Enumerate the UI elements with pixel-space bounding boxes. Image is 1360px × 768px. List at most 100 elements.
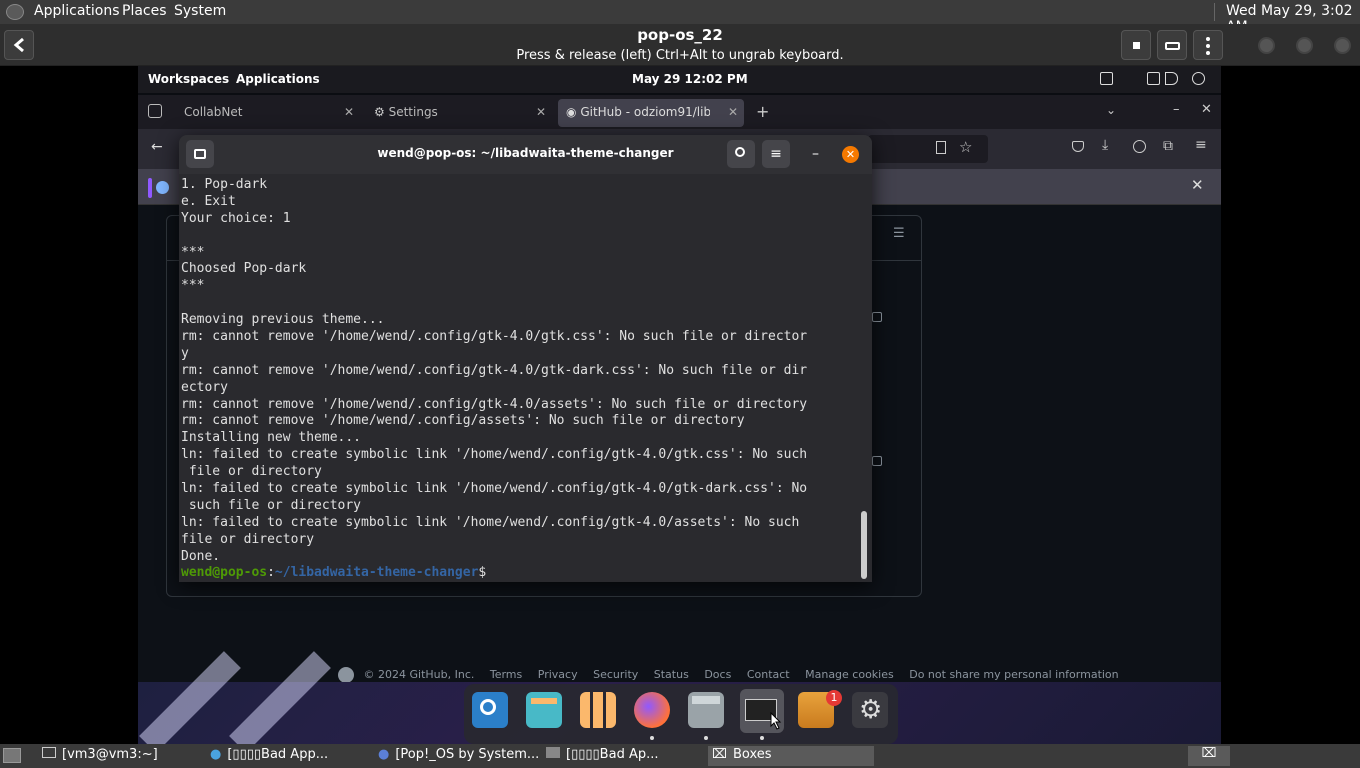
taskbar-item[interactable]: ● [▯▯▯▯Bad App...: [206, 746, 370, 766]
stop-icon: [1133, 42, 1140, 49]
copy-icon[interactable]: [872, 456, 882, 466]
window-close-orb-icon[interactable]: [1334, 37, 1351, 54]
show-desktop-icon[interactable]: [3, 748, 21, 763]
tab-github[interactable]: ◉ GitHub - odziom91/libadw ✕: [558, 99, 744, 127]
app-grid-icon[interactable]: [580, 692, 616, 728]
cog-shape: ⚙: [859, 695, 883, 725]
search-button[interactable]: [727, 140, 755, 168]
minimize-icon[interactable]: –: [1173, 102, 1180, 117]
taskbar-item[interactable]: ● [Pop!_OS by System...: [374, 746, 538, 766]
terminal-line: file or directory: [181, 531, 315, 547]
tab-label: CollabNet: [184, 105, 243, 119]
bookmark-star-icon[interactable]: ☆: [959, 138, 972, 156]
extensions-icon[interactable]: ⧉: [1163, 138, 1173, 154]
menu-button[interactable]: ≡: [762, 140, 790, 168]
notification-close-icon[interactable]: ✕: [1191, 176, 1204, 194]
footer-link[interactable]: Docs: [704, 668, 731, 681]
running-indicator: [650, 736, 654, 740]
notification-badge: 1: [826, 690, 842, 706]
tab-collabnet[interactable]: CollabNet ✕: [176, 99, 360, 127]
close-window-icon[interactable]: ✕: [1201, 102, 1212, 117]
terminal-line: rm: cannot remove '/home/wend/.config/gt…: [181, 329, 808, 345]
footer-link[interactable]: Do not share my personal information: [909, 668, 1118, 681]
footer-link[interactable]: Manage cookies: [805, 668, 894, 681]
footer-link[interactable]: Privacy: [538, 668, 578, 681]
workspace-switcher-icon[interactable]: ⌧: [1188, 746, 1230, 766]
running-indicator: [704, 736, 708, 740]
guest-clock[interactable]: May 29 12:02 PM: [632, 72, 748, 86]
taskbar-item[interactable]: [vm3@vm3:~]: [38, 746, 202, 766]
copy-icon[interactable]: [872, 312, 882, 322]
vm-title: pop-os_22: [637, 26, 723, 44]
boxes-icon: ⌧: [712, 747, 727, 762]
files-preview-icon[interactable]: [526, 692, 562, 728]
power-icon[interactable]: [1192, 72, 1205, 85]
tab-overview-icon[interactable]: [148, 104, 162, 118]
running-indicator: [760, 736, 764, 740]
footer-link[interactable]: Contact: [747, 668, 790, 681]
network-icon[interactable]: [1147, 72, 1160, 85]
taskbar-item[interactable]: [▯▯▯▯Bad Ap...: [542, 746, 706, 766]
tab-close-icon[interactable]: ✕: [728, 105, 738, 119]
host-menu-applications[interactable]: Applications: [34, 3, 120, 19]
stop-button[interactable]: [1121, 30, 1151, 60]
search-icon: [735, 147, 745, 157]
menu-button[interactable]: [1193, 30, 1223, 60]
tab-settings[interactable]: ⚙ Settings ✕: [366, 99, 552, 127]
keyboard-button[interactable]: [1157, 30, 1187, 60]
back-icon[interactable]: ←: [151, 139, 163, 155]
gear-icon: ⚙: [374, 105, 385, 119]
firefox-icon[interactable]: [634, 692, 670, 728]
footer-copyright: © 2024 GitHub, Inc.: [363, 668, 475, 681]
pocket-icon[interactable]: [1072, 141, 1084, 152]
taskbar-item-active[interactable]: ⌧ Boxes: [708, 746, 874, 766]
reader-view-icon[interactable]: [936, 141, 946, 154]
hamburger-menu-icon[interactable]: ≡: [1195, 137, 1207, 153]
terminal-line: ln: failed to create symbolic link '/hom…: [181, 481, 808, 497]
terminal-window[interactable]: wend@pop-os: ~/libadwaita-theme-changer …: [179, 135, 872, 582]
host-menu-system[interactable]: System: [174, 3, 226, 19]
terminal-line: Removing previous theme...: [181, 312, 385, 328]
terminal-line: rm: cannot remove '/home/wend/.config/gt…: [181, 362, 808, 378]
github-logo-icon[interactable]: [338, 667, 354, 683]
guest-applications-button[interactable]: Applications: [236, 72, 320, 86]
tab-close-icon[interactable]: ✕: [536, 105, 546, 119]
terminal-line: rm: cannot remove '/home/wend/.config/gt…: [181, 396, 808, 412]
terminal-line: y: [181, 345, 189, 361]
close-icon[interactable]: ✕: [842, 146, 859, 163]
boxes-header-bar: pop-os_22 Press & release (left) Ctrl+Al…: [0, 24, 1360, 66]
footer-link[interactable]: Status: [654, 668, 689, 681]
settings-icon[interactable]: ⚙: [852, 692, 888, 728]
account-icon[interactable]: [1133, 140, 1146, 153]
file-manager-icon[interactable]: [688, 692, 724, 728]
outline-icon[interactable]: ☰: [893, 226, 905, 241]
terminal-prompt[interactable]: wend@pop-os:~/libadwaita-theme-changer$: [181, 565, 863, 582]
terminal-scrollbar[interactable]: [861, 511, 867, 579]
dock: 1 ⚙: [464, 684, 898, 744]
download-icon[interactable]: ⤓: [1102, 137, 1108, 153]
minimize-icon[interactable]: –: [812, 146, 819, 162]
browser-icon: ●: [378, 747, 390, 762]
footer-link[interactable]: Terms: [490, 668, 522, 681]
terminal-line: ***: [181, 244, 205, 260]
folder-tab-shape: [692, 696, 720, 704]
tab-close-icon[interactable]: ✕: [344, 105, 354, 119]
new-tab-icon[interactable]: +: [756, 102, 769, 121]
volume-icon[interactable]: [1165, 72, 1178, 85]
keyboard-icon: [1165, 42, 1180, 50]
app-shape: [531, 698, 557, 704]
distro-logo-icon[interactable]: [6, 4, 24, 20]
footer-link[interactable]: Security: [593, 668, 638, 681]
search-icon[interactable]: [472, 692, 508, 728]
terminal-output[interactable]: 1. Pop-dark e. Exit Your choice: 1 *** C…: [181, 177, 863, 582]
display-icon[interactable]: [1100, 72, 1113, 85]
window-maximize-orb-icon[interactable]: [1296, 37, 1313, 54]
window-minimize-orb-icon[interactable]: [1258, 37, 1275, 54]
list-tabs-icon[interactable]: ⌄: [1106, 103, 1116, 117]
guest-workspaces-button[interactable]: Workspaces: [148, 72, 229, 86]
host-menu-places[interactable]: Places: [122, 3, 167, 19]
terminal-line: rm: cannot remove '/home/wend/.config/as…: [181, 413, 745, 429]
ungrab-hint: Press & release (left) Ctrl+Alt to ungra…: [516, 48, 844, 63]
